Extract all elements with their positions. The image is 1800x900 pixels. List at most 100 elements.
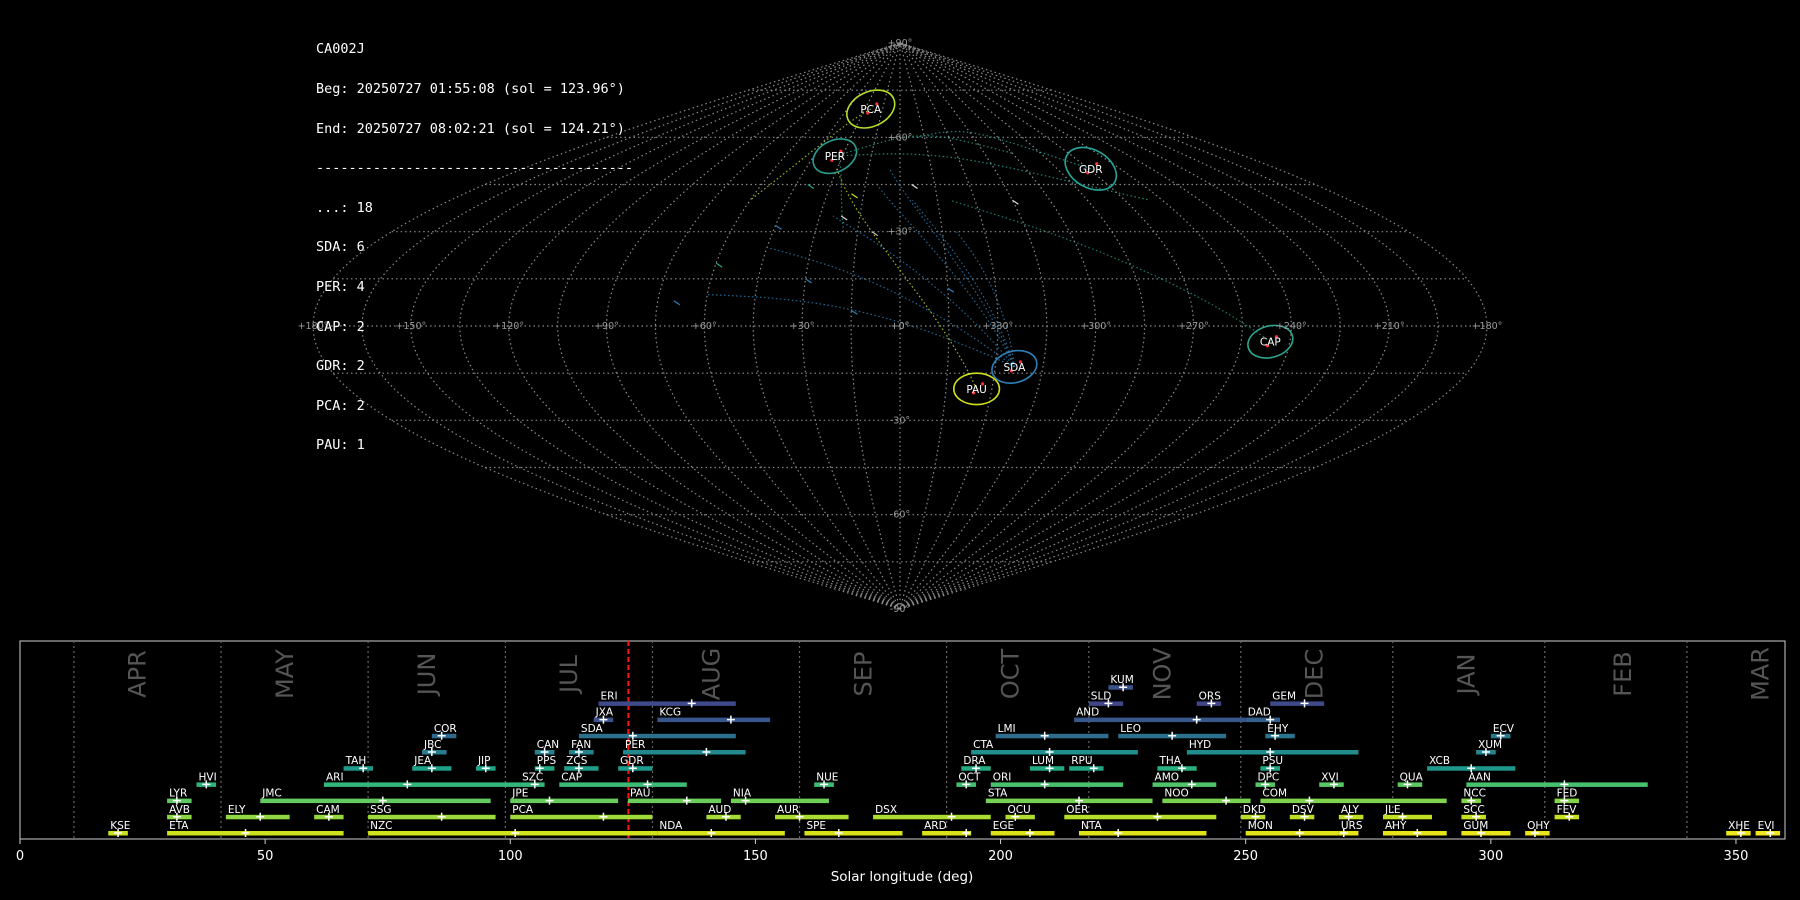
shower-label-jpe: JPE [511,788,528,800]
shower-label-lyr: LYR [169,788,187,800]
month-label: NOV [1148,647,1176,700]
shower-bar-cta [971,750,1138,755]
shower-label-avb: AVB [169,804,190,816]
shower-label-aly: ALY [1341,804,1360,816]
shower-label-ahy: AHY [1385,820,1407,832]
month-label: OCT [996,649,1024,700]
shower-label-jle: JLE [1384,804,1401,816]
shower-timeline-chart: APR MAY JUN JUL AUG SEP OCT NOV DEC JAN FEB MAR KUM… [16,640,1786,885]
shower-label-fan: FAN [571,739,591,751]
shower-label-dsx: DSX [875,804,897,816]
shower-label-cta: CTA [973,739,994,751]
x-tick-label: 100 [498,849,523,864]
shower-label-rpu: RPU [1071,755,1092,767]
shower-label-dad: DAD [1248,707,1271,719]
shower-label-nia: NIA [733,788,752,800]
lat-tick-label: +0° [891,321,910,332]
shower-label-ely: ELY [228,804,246,816]
x-tick-label: 0 [16,849,24,864]
shower-bar-ari [323,782,521,787]
shower-label-oct: OCT [958,771,981,783]
info-line: PCA: 2 [316,397,365,414]
shower-label-gdr: GDR [620,755,644,767]
shower-label-aud: AUD [708,804,731,816]
info-line: PER: 4 [316,278,365,295]
meteor-streak [807,184,815,189]
shower-label-jip: JIP [477,755,491,767]
meteor-trails [673,108,1271,390]
info-line: Beg: 20250727 01:55:08 (sol = 123.96°) [316,81,625,97]
shower-label-spe: SPE [806,820,826,832]
x-tick-label: 250 [1233,849,1258,864]
month-label: JAN [1452,653,1480,696]
radiant-gdr-label: GDR [1079,164,1103,176]
shower-bar-aan [1466,782,1648,787]
shower-label-ors: ORS [1199,690,1222,702]
meteor-trail [766,246,1015,368]
meteor-trail [834,155,845,232]
radiant-pau-label: PAU [966,384,987,396]
shower-label-jxa: JXA [595,707,614,719]
meteor-streak [851,193,858,199]
meteor-trail [834,135,1013,157]
shower-label-ege: EGE [993,820,1014,832]
shower-label-ssg: SSG [370,804,391,816]
meteor-trail [876,184,1015,368]
shower-label-psu: PSU [1262,755,1283,767]
x-tick-label: 300 [1478,849,1503,864]
shower-label-eta: ETA [169,820,189,832]
x-tick-label: 150 [743,849,768,864]
meteor-trail [836,168,978,390]
shower-bar-jmc [260,798,491,804]
shower-label-ncc: NCC [1463,788,1486,800]
radiant-pca-label: PCA [860,104,882,116]
shower-bar-eri [598,701,736,706]
shower-label-qua: QUA [1400,771,1424,783]
shower-label-fev: FEV [1557,804,1578,816]
shower-label-per: PER [625,739,645,751]
month-label: MAR [1746,647,1774,701]
lon-tick-label: +300° [1080,321,1111,332]
shower-label-gem: GEM [1272,690,1296,702]
shower-label-dsv: DSV [1292,804,1315,816]
shower-label-evi: EVI [1758,820,1775,832]
shower-label-aan: AAN [1468,771,1491,783]
radiant-markers: PCA PER GDR CAP SDA PAU [812,89,1294,406]
shower-label-oer: OER [1066,804,1088,816]
shower-label-szc: SZC [522,771,543,783]
radiant-sda-label: SDA [1004,362,1027,374]
shower-label-hyd: HYD [1189,739,1211,751]
meteor-streak [850,309,858,315]
meteor-streak [947,287,955,293]
meteor-streak [673,300,681,306]
lon-tick-label: +30° [790,321,815,332]
info-line: End: 20250727 08:02:21 (sol = 124.21°) [316,120,625,137]
shower-bar-com [1260,798,1447,804]
radiant-cap-label: CAP [1260,337,1281,349]
shower-label-xvi: XVI [1321,771,1338,783]
month-label: MAY [271,649,299,699]
shower-label-nzc: NZC [370,820,392,832]
shower-label-sld: SLD [1091,690,1112,702]
month-label: APR [124,650,152,698]
x-axis-label: Solar longitude (deg) [831,869,974,885]
info-line: SDA: 6 [316,239,365,256]
shower-label-ehy: EHY [1267,723,1289,735]
shower-label-lmi: LMI [998,723,1016,735]
shower-label-sda: SDA [581,723,604,735]
shower-label-ard: ARD [924,820,947,832]
meteor-trail [912,199,1015,368]
meteor-trail [834,153,1150,201]
shower-bar-and [1074,717,1246,723]
info-panel: CA002J Beg: 20250727 01:55:08 (sol = 123… [316,17,633,466]
shower-label-ecv: ECV [1493,723,1515,735]
shower-label-dpc: DPC [1258,771,1280,783]
shower-label-kcg: KCG [659,707,681,719]
shower-label-fed: FED [1557,788,1578,800]
lon-tick-label: +180° [1472,321,1503,332]
lat-tick-label: +90° [888,38,913,49]
month-label: JUL [555,654,583,695]
shower-label-zcs: ZCS [566,755,588,767]
shower-label-pps: PPS [537,755,557,767]
shower-label-urs: URS [1341,820,1363,832]
